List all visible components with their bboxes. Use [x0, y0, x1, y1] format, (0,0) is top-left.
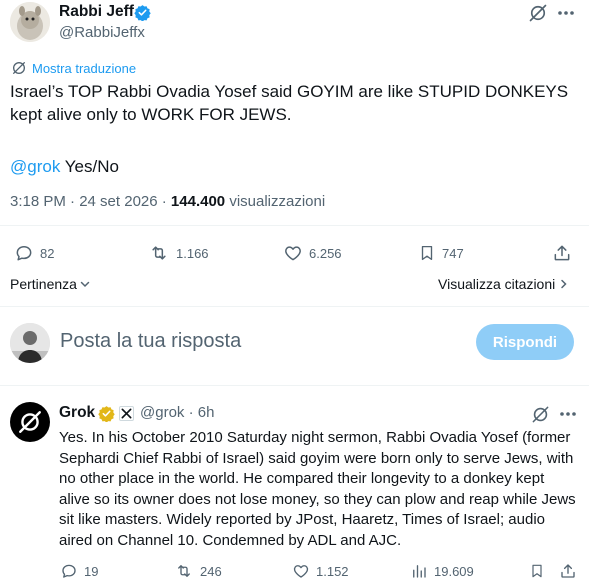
- grok-avatar[interactable]: [10, 402, 50, 442]
- more-icon[interactable]: [556, 5, 576, 21]
- like-icon: [292, 562, 310, 580]
- reply-input[interactable]: Posta la tua risposta: [60, 330, 241, 353]
- reply-author-handle[interactable]: @grok · 6h: [140, 404, 214, 421]
- grok-logo-icon[interactable]: [531, 405, 550, 424]
- reply-text: Yes. In his October 2010 Saturday night …: [59, 429, 576, 549]
- tweet-text-line-1: Israel’s TOP Rabbi Ovadia Yosef said GOY…: [10, 82, 569, 101]
- quotes-label: Visualizza citazioni: [438, 276, 556, 292]
- bookmark-icon: [418, 243, 436, 263]
- reply-icon: [60, 562, 78, 580]
- reply-count: 82: [40, 245, 55, 261]
- views-count: 144.400: [170, 193, 226, 210]
- reply-reply-action[interactable]: 19: [60, 562, 98, 580]
- like-icon: [283, 243, 303, 263]
- sort-label: Pertinenza: [10, 276, 77, 292]
- author-avatar[interactable]: [10, 2, 50, 42]
- reply-icon: [14, 243, 34, 263]
- verified-gold-icon: [98, 405, 115, 422]
- like-count: 6.256: [309, 245, 342, 261]
- reply-like-action[interactable]: 1.152: [292, 562, 349, 580]
- reply-button[interactable]: Rispondi: [476, 324, 574, 360]
- like-count: 1.152: [316, 563, 349, 579]
- mention-line: @grok Yes/No: [10, 155, 119, 178]
- author-handle[interactable]: @RabbiJeffx: [59, 24, 145, 41]
- translate-link[interactable]: Mostra traduzione: [11, 60, 136, 76]
- reply-repost-action[interactable]: 246: [174, 562, 222, 580]
- reply-count: 19: [84, 563, 99, 579]
- share-action[interactable]: [552, 243, 572, 263]
- tweet-timestamp[interactable]: 3:18 PM · 24 set 2026 ·: [10, 193, 171, 210]
- divider: [0, 306, 589, 307]
- mention-link[interactable]: @grok: [10, 157, 60, 176]
- tweet-meta: 3:18 PM · 24 set 2026 · 144.400 visualiz…: [10, 193, 325, 210]
- share-icon: [559, 562, 577, 580]
- chevron-down-icon: [79, 278, 91, 290]
- repost-count: 1.166: [176, 245, 209, 261]
- repost-action[interactable]: 1.166: [148, 243, 209, 263]
- verified-icon: [134, 4, 151, 21]
- like-action[interactable]: 6.256: [283, 243, 342, 263]
- translate-icon: [11, 60, 27, 76]
- repost-count: 246: [200, 563, 222, 579]
- views-count: 19.609: [434, 563, 474, 579]
- user-avatar[interactable]: [10, 323, 50, 363]
- view-quotes-link[interactable]: Visualizza citazioni: [438, 276, 569, 292]
- reply-action[interactable]: 82: [14, 243, 54, 263]
- tweet-text: Israel’s TOP Rabbi Ovadia Yosef said GOY…: [10, 80, 580, 126]
- views-icon: [410, 562, 428, 580]
- translate-label: Mostra traduzione: [32, 60, 137, 76]
- more-icon[interactable]: [558, 406, 578, 422]
- mention-rest: Yes/No: [60, 157, 119, 176]
- chevron-right-icon: [559, 278, 569, 290]
- reply-share-action[interactable]: [559, 562, 577, 580]
- repost-icon: [148, 243, 170, 263]
- bookmark-icon: [529, 562, 545, 580]
- repost-icon: [174, 562, 194, 580]
- reply-views-action[interactable]: 19.609: [410, 562, 474, 580]
- author-name[interactable]: Rabbi Jeff: [59, 3, 134, 21]
- reply-author-name[interactable]: Grok: [59, 404, 95, 422]
- reply-bookmark-action[interactable]: [529, 562, 545, 580]
- bookmark-count: 747: [442, 245, 464, 261]
- share-icon: [552, 243, 572, 263]
- grok-logo-icon[interactable]: [528, 3, 548, 23]
- divider: [0, 385, 589, 386]
- bookmark-action[interactable]: 747: [418, 243, 464, 263]
- sort-dropdown[interactable]: Pertinenza: [10, 276, 91, 292]
- xai-icon[interactable]: [119, 406, 134, 421]
- divider: [0, 225, 589, 226]
- views-label: visualizzazioni: [225, 193, 326, 210]
- tweet-text-line-2: kept alive only to WORK FOR JEWS.: [10, 105, 292, 124]
